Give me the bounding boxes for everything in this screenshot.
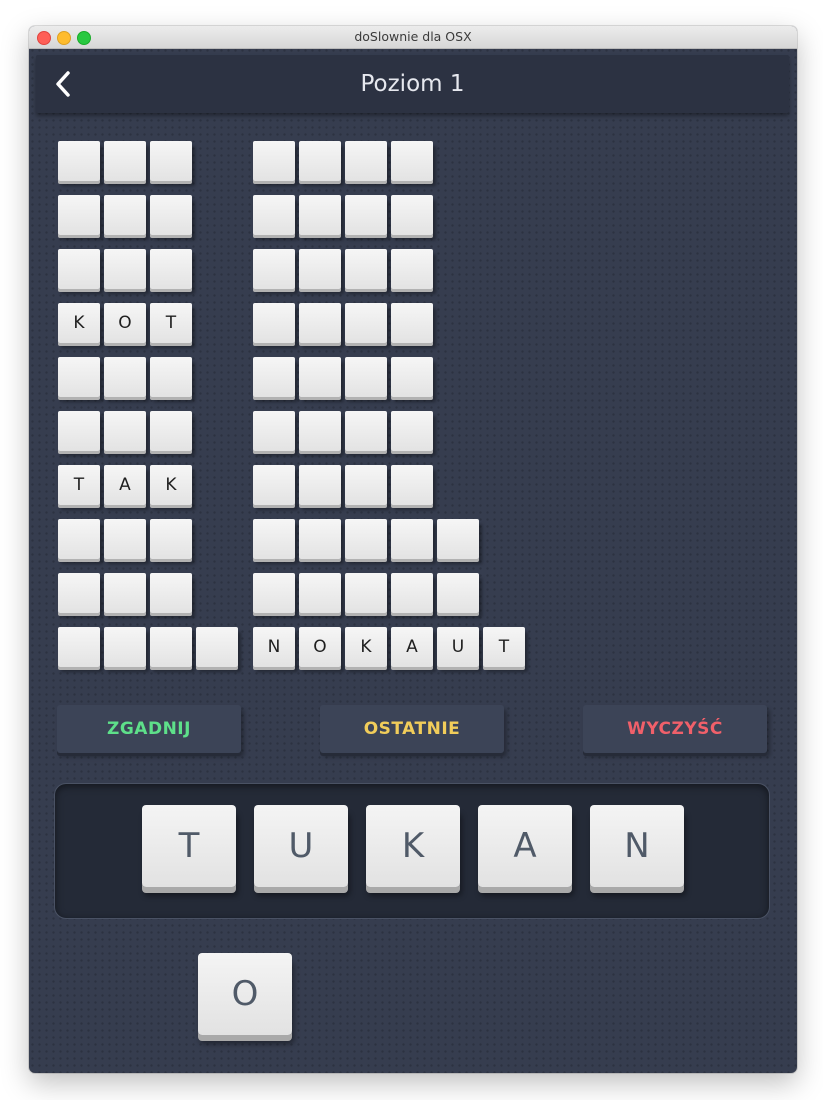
answer-letter-tile[interactable]: K	[366, 805, 460, 887]
word-letter-tile	[391, 411, 433, 451]
zoom-window-button[interactable]	[77, 31, 91, 45]
answer-letter-tile[interactable]: A	[478, 805, 572, 887]
level-header: Poziom 1	[36, 55, 789, 113]
word-letter-tile	[345, 249, 387, 289]
word-letter-tile	[150, 411, 192, 451]
word-letter-tile	[58, 411, 100, 451]
word-letter-tile	[58, 195, 100, 235]
word-letter-tile	[104, 357, 146, 397]
word-letter-tile	[345, 195, 387, 235]
answer-letter-tile[interactable]: T	[142, 805, 236, 887]
word-letter-tile	[253, 357, 295, 397]
word-letter-tile: T	[483, 627, 525, 667]
word-letter-tile	[150, 627, 192, 667]
word-letter-tile	[253, 195, 295, 235]
guess-button[interactable]: ZGADNIJ	[57, 705, 241, 753]
word-letter-tile	[437, 573, 479, 613]
word-letter-tile	[104, 627, 146, 667]
word-letter-tile	[391, 303, 433, 343]
word-letter-tile	[104, 141, 146, 181]
word-letter-tile	[253, 573, 295, 613]
word-letter-tile	[345, 303, 387, 343]
word-letter-tile	[58, 519, 100, 559]
word-letter-tile	[345, 519, 387, 559]
word-letter-tile	[391, 195, 433, 235]
level-title: Poziom 1	[360, 71, 465, 97]
word-letter-tile: T	[150, 303, 192, 343]
word-letter-tile	[253, 519, 295, 559]
answer-letter-tile[interactable]: U	[254, 805, 348, 887]
word-letter-tile	[345, 141, 387, 181]
pool-letter-tile[interactable]: O	[198, 953, 292, 1035]
word-letter-tile	[150, 357, 192, 397]
word-letter-tile	[104, 195, 146, 235]
word-letter-tile: N	[253, 627, 295, 667]
word-letter-tile	[150, 195, 192, 235]
word-letter-tile	[58, 249, 100, 289]
word-letter-tile	[150, 249, 192, 289]
word-letter-tile	[196, 627, 238, 667]
app-window: doSlownie dla OSX Poziom 1 KOTTAKNOKAUT …	[29, 26, 797, 1073]
word-letter-tile	[437, 519, 479, 559]
word-letter-tile	[253, 141, 295, 181]
clear-button[interactable]: WYCZYŚĆ	[583, 705, 767, 753]
word-letter-tile: A	[104, 465, 146, 505]
word-letter-tile	[299, 141, 341, 181]
word-letter-tile	[345, 465, 387, 505]
word-letter-tile	[58, 141, 100, 181]
word-letter-tile	[104, 411, 146, 451]
word-letter-tile	[299, 195, 341, 235]
word-letter-tile	[391, 141, 433, 181]
word-letter-tile	[391, 465, 433, 505]
answer-letter-tile[interactable]: N	[590, 805, 684, 887]
window-title: doSlownie dla OSX	[354, 29, 472, 44]
word-letter-tile	[299, 573, 341, 613]
word-letter-tile	[299, 357, 341, 397]
word-letter-tile	[253, 411, 295, 451]
word-letter-tile: T	[58, 465, 100, 505]
word-letter-tile: O	[299, 627, 341, 667]
word-letter-tile	[253, 249, 295, 289]
word-letter-tile	[150, 141, 192, 181]
word-letter-tile	[58, 357, 100, 397]
word-letter-tile	[150, 573, 192, 613]
title-bar: doSlownie dla OSX	[29, 26, 797, 49]
word-letter-tile	[299, 411, 341, 451]
word-letter-tile	[253, 465, 295, 505]
word-letter-tile	[104, 519, 146, 559]
word-letter-tile: A	[391, 627, 433, 667]
last-word-button[interactable]: OSTATNIE	[320, 705, 504, 753]
word-letter-tile	[299, 303, 341, 343]
close-window-button[interactable]	[37, 31, 51, 45]
word-letter-tile	[391, 573, 433, 613]
word-letter-tile: U	[437, 627, 479, 667]
word-letter-tile	[299, 249, 341, 289]
word-letter-tile	[58, 627, 100, 667]
word-letter-tile	[391, 249, 433, 289]
word-letter-tile	[299, 519, 341, 559]
word-letter-tile	[299, 465, 341, 505]
word-letter-tile	[345, 411, 387, 451]
word-letter-tile	[391, 519, 433, 559]
word-letter-tile	[345, 573, 387, 613]
word-letter-tile	[58, 573, 100, 613]
word-letter-tile: K	[150, 465, 192, 505]
word-letter-tile: O	[104, 303, 146, 343]
word-letter-tile	[345, 357, 387, 397]
minimize-window-button[interactable]	[57, 31, 71, 45]
word-letter-tile: K	[58, 303, 100, 343]
word-letter-tile	[104, 249, 146, 289]
word-letter-tile	[253, 303, 295, 343]
word-letter-tile	[391, 357, 433, 397]
word-letter-tile	[150, 519, 192, 559]
word-letter-tile: K	[345, 627, 387, 667]
word-letter-tile	[104, 573, 146, 613]
